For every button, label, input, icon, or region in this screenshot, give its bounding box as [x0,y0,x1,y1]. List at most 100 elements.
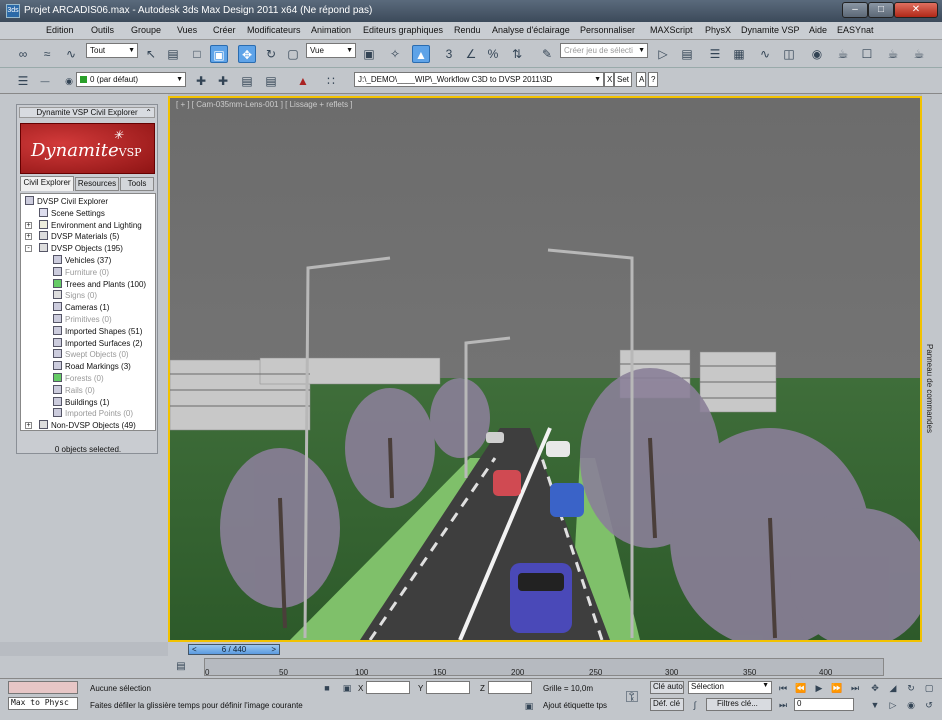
truck-icon[interactable]: ▷ [886,698,900,712]
pan-icon[interactable]: ✥ [868,681,882,695]
x-coordinate-field[interactable] [366,681,410,694]
tree-item[interactable]: Imported Surfaces (2) [53,337,142,349]
expand-icon[interactable]: + [25,221,32,229]
tree-item[interactable]: Non-DVSP Objects (49) [39,420,136,431]
expand-icon[interactable]: + [25,233,32,241]
mirror-icon[interactable]: ▷ [654,45,672,63]
menu-creer[interactable]: Créer [213,25,236,35]
spinner-snap-icon[interactable]: ⇅ [508,45,526,63]
menu-outils[interactable]: Outils [91,25,114,35]
menu-physx[interactable]: PhysX [705,25,731,35]
select-rotate-icon[interactable]: ↻ [262,45,280,63]
tree-item[interactable]: Furniture (0) [53,266,109,278]
dynamite-vsp-icon[interactable]: ▲ [294,72,312,90]
path-x-button[interactable]: X [604,72,614,87]
time-tag-icon[interactable]: ▣ [522,699,536,713]
key-mode-dropdown[interactable]: Sélection ▼ [688,681,772,694]
select-scale-icon[interactable]: ▢ [284,45,302,63]
maxscript-mini-listener[interactable]: Max to Physc [8,697,78,710]
collapse-icon[interactable]: - [25,245,32,253]
dolly-icon[interactable]: ▼ [868,698,882,712]
absolute-mode-icon[interactable]: ▣ [340,681,354,695]
tree-item[interactable]: DVSP Objects (195) [39,243,123,254]
expand-icon[interactable]: + [25,422,32,430]
track-ruler[interactable]: 0 50 100 150 200 250 300 350 400 [204,658,884,677]
layer-manager-icon[interactable]: ☰ [706,45,724,63]
field-of-view-icon[interactable]: ◢ [886,681,900,695]
mini-curve-editor-icon[interactable]: ▤ [172,658,190,676]
close-button[interactable]: ✕ [894,2,938,18]
path-set-button[interactable]: Set [614,72,632,87]
render-setup-icon[interactable]: ☕ [834,45,852,63]
key-mode-toggle-icon[interactable]: ⏭ [776,698,790,712]
material-editor-icon[interactable]: ◉ [808,45,826,63]
tree-item[interactable]: Swept Objects (0) [53,349,129,360]
maximize-button[interactable]: □ [868,2,894,18]
tree-item[interactable]: Signs (0) [53,290,97,301]
render-iterative-icon[interactable]: ☕ [910,45,928,63]
create-layer-icon[interactable]: ✚ [192,72,210,90]
tree-item[interactable]: Vehicles (37) [53,255,111,266]
named-selection-dropdown[interactable]: Créer jeu de sélecti ▼ [560,43,648,58]
tree-item[interactable]: Environment and Lighting [39,219,142,231]
edit-named-selection-icon[interactable]: ✎ [538,45,556,63]
graphite-ribbon-icon[interactable]: ▦ [730,45,748,63]
select-move-icon[interactable]: ✥ [238,45,256,63]
tree-item[interactable]: Imported Points (0) [53,408,133,419]
tree-item[interactable]: Imported Shapes (51) [53,325,142,337]
tree-item[interactable]: Rails (0) [53,384,95,396]
select-in-layer-icon[interactable]: ▤ [238,72,256,90]
maxscript-listener-pink[interactable] [8,681,78,694]
tree-item[interactable]: Primitives (0) [53,314,112,325]
roll-icon[interactable]: ↺ [922,698,936,712]
app-icon[interactable]: 3ds [6,4,20,18]
key-filters-button[interactable]: Filtres clé... [706,698,772,711]
tab-tools[interactable]: Tools [120,177,154,191]
tree-item[interactable]: Road Markings (3) [53,361,131,372]
tree-item[interactable]: Trees and Plants (100) [53,278,146,290]
tab-resources[interactable]: Resources [75,177,119,191]
snaps-toggle-icon[interactable]: 3 [440,45,458,63]
grid-points-icon[interactable]: ∷ [322,72,340,90]
percent-snap-icon[interactable]: % [484,45,502,63]
menu-personnaliser[interactable]: Personnaliser [580,25,635,35]
select-by-name-icon[interactable]: ▤ [164,45,182,63]
lock-icon[interactable]: ■ [320,681,334,695]
unlink-icon[interactable]: ≈ [38,45,56,63]
chevron-right-icon[interactable]: > [271,645,276,654]
link-icon[interactable]: ∞ [14,45,32,63]
auto-key-button[interactable]: Clé auto [650,681,684,694]
menu-easynat[interactable]: EASYnat [837,25,874,35]
bind-spacewarp-icon[interactable]: ∿ [62,45,80,63]
menu-dynamite-vsp[interactable]: Dynamite VSP [741,25,800,35]
menu-edition[interactable]: Edition [46,25,74,35]
pivot-center-icon[interactable]: ▣ [360,45,378,63]
menu-maxscript[interactable]: MAXScript [650,25,693,35]
maximize-viewport-icon[interactable]: ▢ [922,681,936,695]
render-production-icon[interactable]: ☕ [884,45,902,63]
menu-rendu[interactable]: Rendu [454,25,481,35]
menu-aide[interactable]: Aide [809,25,827,35]
previous-frame-icon[interactable]: ⏪ [794,681,808,695]
current-frame-field[interactable]: 0 [794,698,854,711]
layer-list-icon[interactable]: ☰ [14,72,32,90]
go-to-start-icon[interactable]: ⏮ [776,681,790,695]
angle-snap-icon[interactable]: ∠ [462,45,480,63]
default-in-out-tangents-icon[interactable]: ∫ [688,698,702,712]
layer-dropdown[interactable]: 0 (par défaut) ▼ [76,72,186,87]
schematic-view-icon[interactable]: ◫ [780,45,798,63]
tree-item[interactable]: DVSP Materials (5) [39,231,119,242]
add-to-layer-icon[interactable]: ✚ [214,72,232,90]
rollout-header[interactable]: Dynamite VSP Civil Explorer ⌃ [19,107,155,118]
time-slider[interactable]: <6 / 440 > [188,644,280,655]
menu-animation[interactable]: Animation [311,25,351,35]
tree-item[interactable]: Cameras (1) [53,302,109,313]
tree-item[interactable]: Buildings (1) [53,396,109,408]
tree-item[interactable]: Scene Settings [39,207,105,219]
rectangular-selection-icon[interactable]: □ [188,45,206,63]
viewport-label[interactable]: [ + ] [ Cam-035mm-Lens-001 ] [ Lissage +… [176,100,353,109]
select-manipulate-icon[interactable]: ✧ [386,45,404,63]
add-time-tag[interactable]: Ajout étiquette tps [543,701,607,710]
menu-editeurs-graphiques[interactable]: Editeurs graphiques [363,25,443,35]
orbit-icon[interactable]: ↻ [904,681,918,695]
